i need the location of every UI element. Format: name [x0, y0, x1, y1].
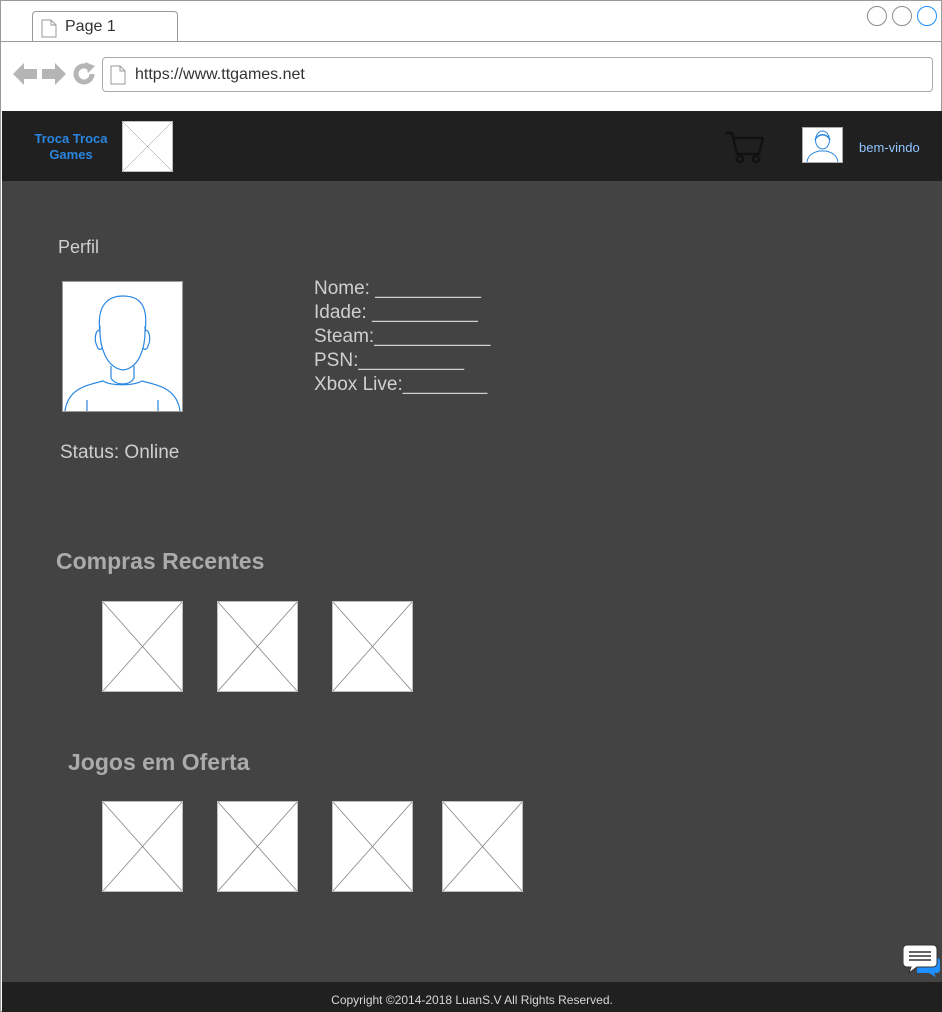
url-text: https://www.ttgames.net: [135, 66, 305, 83]
profile-title: Perfil: [58, 237, 100, 257]
offer-game-3[interactable]: [332, 801, 413, 892]
browser-window: Page 1 https://www.ttgames.net Troca Tro…: [0, 0, 942, 1012]
recent-game-1[interactable]: [102, 601, 183, 692]
profile-name-field: Nome: __________: [314, 278, 481, 299]
profile-psn-field: PSN:__________: [314, 350, 465, 371]
back-arrow-icon[interactable]: [13, 61, 37, 87]
window-minimize-button[interactable]: [867, 6, 887, 26]
welcome-link[interactable]: bem-vindo: [859, 140, 920, 155]
brand-name[interactable]: Troca Troca Games: [26, 131, 116, 163]
profile-steam-field: Steam:___________: [314, 326, 491, 347]
tab-label: Page 1: [65, 18, 116, 35]
recent-game-3[interactable]: [332, 601, 413, 692]
user-avatar-button[interactable]: [802, 127, 843, 163]
reload-icon[interactable]: [72, 62, 96, 86]
recent-game-2[interactable]: [217, 601, 298, 692]
page-icon: [110, 65, 126, 85]
browser-tab[interactable]: Page 1: [32, 11, 178, 42]
window-close-button[interactable]: [917, 6, 937, 26]
status-label: Status: Online: [60, 442, 180, 463]
page-icon: [41, 19, 57, 38]
offer-game-4[interactable]: [442, 801, 523, 892]
user-avatar-icon: [806, 130, 839, 162]
offer-game-2[interactable]: [217, 801, 298, 892]
address-bar[interactable]: https://www.ttgames.net: [102, 57, 933, 92]
window-maximize-button[interactable]: [892, 6, 912, 26]
cart-icon[interactable]: [725, 130, 765, 164]
forward-arrow-icon[interactable]: [42, 61, 66, 87]
chat-icon[interactable]: [903, 944, 941, 978]
profile-xbox-field: Xbox Live:________: [314, 374, 488, 395]
user-avatar-icon: [64, 295, 181, 411]
logo-placeholder[interactable]: [122, 121, 173, 172]
profile-age-field: Idade: __________: [314, 302, 478, 323]
profile-info: Nome: __________ Idade: __________ Steam…: [314, 277, 490, 397]
site-footer: Copyright ©2014-2018 LuanS.V All Rights …: [2, 982, 942, 1012]
profile-photo[interactable]: [62, 281, 183, 412]
copyright-text: Copyright ©2014-2018 LuanS.V All Rights …: [331, 993, 613, 1007]
tab-divider: [1, 41, 941, 42]
recent-purchases-title: Compras Recentes: [56, 548, 265, 574]
offers-title: Jogos em Oferta: [68, 749, 250, 775]
offer-game-1[interactable]: [102, 801, 183, 892]
